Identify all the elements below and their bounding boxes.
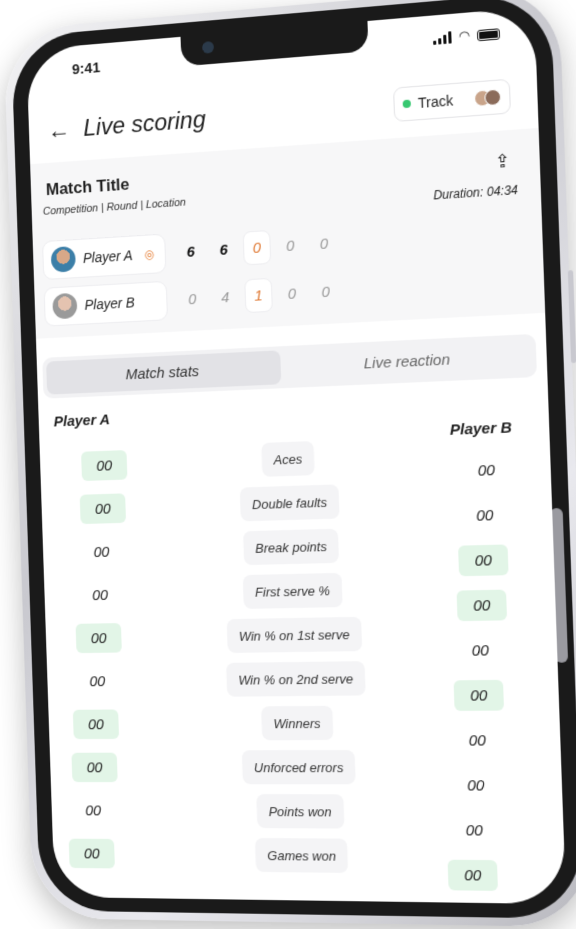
tracker-avatars — [473, 88, 502, 107]
camera-icon — [202, 40, 215, 54]
player-name: Player B — [84, 294, 135, 313]
avatar — [50, 245, 76, 273]
stat-row: 00 Points won 00 — [51, 794, 563, 839]
live-dot-icon — [402, 99, 411, 109]
stat-value-a: 00 — [75, 623, 122, 654]
stat-value-b: 00 — [447, 859, 498, 891]
set-score: 4 — [220, 288, 230, 306]
stat-label: First serve % — [242, 572, 343, 609]
score-list: 0 4 1 0 0 — [178, 271, 340, 320]
stats-panel: Player A Player B 00 Aces 00 00 Double fault… — [38, 389, 566, 904]
set-score: 0 — [285, 236, 295, 255]
battery-icon — [476, 27, 501, 41]
set-score: 0 — [188, 290, 197, 308]
stat-row: 00 Win % on 2nd serve 00 — [47, 659, 559, 711]
set-score: 0 — [287, 284, 297, 303]
stat-value-a: 00 — [72, 709, 120, 740]
current-set-score: 0 — [242, 229, 272, 266]
score-list: 6 6 0 0 0 — [177, 223, 339, 272]
tab-match-stats[interactable]: Match stats — [46, 350, 282, 395]
signal-icon — [432, 31, 452, 45]
track-label: Track — [417, 92, 454, 112]
status-time: 9:41 — [71, 59, 101, 79]
tab-live-reaction[interactable]: Live reaction — [284, 338, 533, 384]
match-title: Match Title — [45, 174, 130, 200]
match-duration: Duration: 04:34 — [433, 182, 519, 203]
player-chip-b[interactable]: Player B — [43, 280, 169, 327]
status-icons: ◠ — [432, 27, 501, 45]
current-set-score: 1 — [244, 277, 273, 314]
stat-value-a: 00 — [84, 802, 102, 819]
stat-label: Win % on 2nd serve — [226, 661, 366, 697]
stat-label: Games won — [254, 837, 349, 873]
stat-label: Unforced errors — [241, 749, 356, 785]
stat-row: 00 Break points 00 — [43, 523, 554, 577]
stat-value-a: 00 — [91, 586, 109, 604]
wifi-icon: ◠ — [457, 27, 471, 44]
phone-mockup: 9:41 ◠ ← Live scoring Track Match Title … — [3, 0, 576, 928]
screen: 9:41 ◠ ← Live scoring Track Match Title … — [26, 6, 567, 905]
stat-row: 00 First serve % 00 — [44, 568, 555, 622]
page-title: Live scoring — [82, 106, 207, 142]
stat-value-a: 00 — [79, 493, 127, 525]
stat-label: Double faults — [239, 484, 340, 522]
stat-label: Aces — [261, 441, 315, 477]
stat-label: Points won — [256, 794, 345, 829]
set-score: 0 — [321, 283, 331, 301]
track-button[interactable]: Track — [393, 78, 511, 123]
tab-bar: Match stats Live reaction — [42, 333, 537, 399]
stat-row: 00 Win % on 1st serve 00 — [45, 613, 557, 659]
stat-value-a: 00 — [89, 672, 106, 690]
stat-label: Win % on 1st serve — [226, 616, 363, 653]
stat-label: Winners — [261, 705, 334, 741]
avatar — [52, 292, 78, 320]
player-name: Player A — [82, 247, 133, 266]
set-score: 6 — [186, 243, 196, 261]
stat-row: 00 Games won 00 — [53, 837, 565, 891]
set-score: 6 — [219, 241, 229, 259]
set-score: 0 — [319, 234, 329, 253]
stats-player-a-heading: Player A — [53, 411, 111, 431]
match-card: Match Title Competition | Round | Locati… — [30, 127, 546, 339]
stat-value-a: 00 — [81, 450, 128, 482]
stat-row: 00 Winners 00 — [48, 704, 560, 749]
stat-value-a: 00 — [71, 752, 118, 783]
player-chip-a[interactable]: Player A ◎ — [42, 233, 167, 281]
stat-row: 00 Double faults 00 — [41, 477, 552, 527]
back-arrow-icon[interactable]: ← — [47, 116, 70, 145]
stat-label: Break points — [242, 528, 340, 566]
share-icon[interactable]: ⇪ — [495, 150, 511, 173]
serving-ball-icon: ◎ — [143, 247, 155, 262]
stat-row: 00 Aces 00 — [40, 432, 551, 484]
match-meta: Competition | Round | Location — [42, 196, 187, 218]
stat-value-a: 00 — [93, 543, 110, 561]
stat-row: 00 Unforced errors 00 — [50, 749, 562, 794]
stat-value-a: 00 — [68, 838, 115, 869]
